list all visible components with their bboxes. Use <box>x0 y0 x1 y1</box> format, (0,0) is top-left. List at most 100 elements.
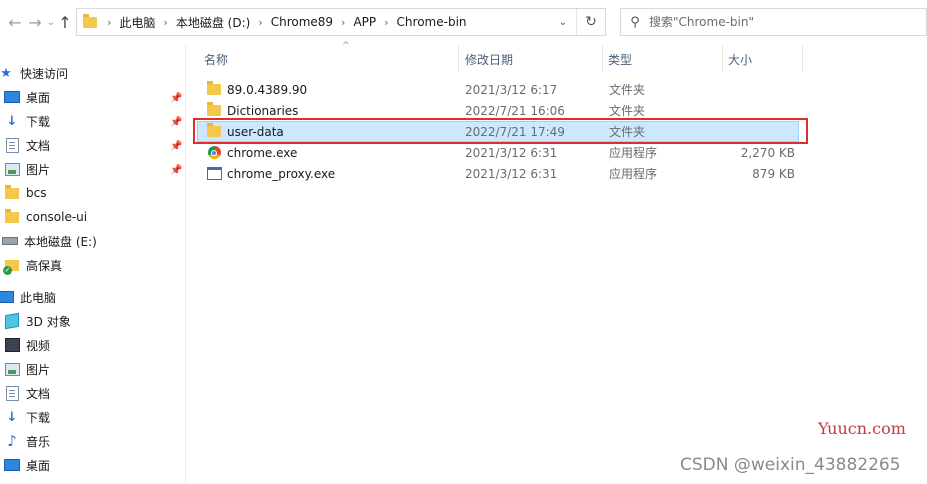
desktop-icon <box>4 457 20 473</box>
sidebar-item-3d-objects[interactable]: 3D 对象 <box>4 310 71 332</box>
sidebar-item-gaobaozhen[interactable]: 高保真 <box>3 254 62 276</box>
pin-icon[interactable]: 📌 <box>170 141 182 152</box>
sidebar-item-downloads-pc[interactable]: ↓ 下载 <box>4 406 50 428</box>
file-size: 879 KB <box>752 166 795 181</box>
sort-ascending-icon: ^ <box>342 41 350 51</box>
highlight-annotation-box <box>193 118 808 144</box>
search-icon: ⚲ <box>630 14 640 30</box>
sidebar-item-label: 快速访问 <box>20 66 69 81</box>
sidebar-item-label: 本地磁盘 (E:) <box>24 234 97 249</box>
chevron-right-icon[interactable]: › <box>337 16 349 29</box>
column-header-size[interactable]: 大小 <box>728 44 798 74</box>
breadcrumb-chrome89[interactable]: Chrome89 <box>267 15 337 29</box>
sidebar-item-videos[interactable]: 视频 <box>4 334 50 356</box>
chevron-right-icon[interactable]: › <box>159 16 171 29</box>
file-row[interactable]: 89.0.4389.90 2021/3/12 6:17 文件夹 <box>197 79 799 100</box>
chevron-right-icon[interactable]: › <box>103 16 115 29</box>
search-box[interactable]: ⚲ <box>620 8 927 36</box>
pictures-icon <box>4 361 20 377</box>
sidebar-item-label: 视频 <box>26 338 51 353</box>
sidebar-item-pictures[interactable]: 图片 <box>4 158 50 180</box>
column-divider[interactable] <box>458 46 459 72</box>
file-name-cell: chrome.exe <box>206 142 297 163</box>
sidebar-item-label: 文档 <box>26 138 51 153</box>
sidebar-item-documents[interactable]: 文档 <box>4 134 50 156</box>
file-modified: 2021/3/12 6:31 <box>465 145 558 160</box>
up-arrow-icon[interactable]: ↑ <box>56 10 74 34</box>
sidebar-item-quick-access[interactable]: ★ 快速访问 <box>0 62 68 84</box>
sidebar-item-desktop-pc[interactable]: 桌面 <box>4 454 50 476</box>
sidebar-item-label: 图片 <box>26 162 51 177</box>
sidebar-item-drive-e[interactable]: 本地磁盘 (E:) <box>2 230 97 252</box>
sidebar-item-desktop[interactable]: 桌面 <box>4 86 50 108</box>
file-name-cell: chrome_proxy.exe <box>206 163 335 184</box>
sidebar-item-label: console-ui <box>26 210 88 224</box>
video-icon <box>4 337 20 353</box>
chevron-right-icon[interactable]: › <box>380 16 392 29</box>
exe-icon <box>206 166 222 182</box>
3d-objects-icon <box>4 312 20 330</box>
sidebar-item-documents-pc[interactable]: 文档 <box>4 382 50 404</box>
watermark-author: CSDN @weixin_43882265 <box>680 455 901 475</box>
folder-icon <box>206 81 222 98</box>
file-list: ^ 名称 修改日期 类型 大小 89.0.4389.90 2021/3/12 6… <box>187 41 927 484</box>
download-icon: ↓ <box>6 113 18 129</box>
sidebar-item-label: 下载 <box>26 114 51 129</box>
file-name: chrome_proxy.exe <box>227 166 336 181</box>
document-icon <box>4 385 20 401</box>
file-row[interactable]: chrome.exe 2021/3/12 6:31 应用程序 2,270 KB <box>197 142 799 163</box>
folder-synced-icon <box>3 257 20 275</box>
desktop-icon <box>4 89 20 105</box>
file-name: Dictionaries <box>227 103 299 118</box>
column-header-type-label: 类型 <box>608 52 633 67</box>
folder-icon <box>4 184 20 201</box>
refresh-icon[interactable]: ↻ <box>576 9 605 35</box>
column-header-type[interactable]: 类型 <box>608 44 708 74</box>
breadcrumb-drive-d[interactable]: 本地磁盘 (D:) <box>172 14 254 31</box>
sidebar-item-downloads[interactable]: ↓ 下载 <box>4 110 50 132</box>
sidebar-item-this-pc[interactable]: 此电脑 <box>0 286 56 308</box>
breadcrumb-app[interactable]: APP <box>349 15 380 29</box>
address-dropdown-chevron-icon[interactable]: ⌄ <box>553 9 573 35</box>
watermark-site: Yuucn.com <box>818 419 906 438</box>
pin-icon[interactable]: 📌 <box>170 117 182 128</box>
sidebar-item-label: 下载 <box>26 410 51 425</box>
search-input[interactable] <box>649 15 899 29</box>
chevron-right-icon[interactable]: › <box>254 16 266 29</box>
navigation-pane: ★ 快速访问 桌面 📌 ↓ 下载 📌 文档 📌 图片 📌 bcs console… <box>0 44 186 484</box>
back-arrow-icon[interactable]: ← <box>6 10 24 34</box>
download-icon: ↓ <box>6 409 18 425</box>
column-header-size-label: 大小 <box>728 52 753 67</box>
breadcrumb-chrome-bin[interactable]: Chrome-bin <box>393 15 471 29</box>
file-name: chrome.exe <box>227 145 298 160</box>
column-divider[interactable] <box>802 46 803 72</box>
sidebar-item-music[interactable]: ♪ 音乐 <box>4 430 50 452</box>
drive-icon <box>2 233 18 249</box>
sidebar-item-label: 音乐 <box>26 434 51 449</box>
sidebar-item-label: 桌面 <box>26 90 51 105</box>
document-icon <box>4 137 20 153</box>
sidebar-item-bcs[interactable]: bcs <box>4 182 46 204</box>
sidebar-item-label: 此电脑 <box>20 290 57 305</box>
address-bar[interactable]: › 此电脑 › 本地磁盘 (D:) › Chrome89 › APP › Chr… <box>76 8 606 36</box>
file-type: 应用程序 <box>609 167 658 181</box>
chrome-icon <box>206 145 222 161</box>
folder-icon <box>4 208 20 225</box>
pin-icon[interactable]: 📌 <box>170 165 182 176</box>
column-header-modified[interactable]: 修改日期 <box>465 44 595 74</box>
breadcrumb-this-pc[interactable]: 此电脑 <box>115 14 159 31</box>
sidebar-item-label: 文档 <box>26 386 51 401</box>
file-row[interactable]: chrome_proxy.exe 2021/3/12 6:31 应用程序 879… <box>197 163 799 184</box>
file-name-cell: 89.0.4389.90 <box>206 79 307 100</box>
sidebar-item-label: 3D 对象 <box>26 314 71 329</box>
column-divider[interactable] <box>722 46 723 72</box>
column-header-name[interactable]: ^ 名称 <box>204 41 444 74</box>
sidebar-item-label: 图片 <box>26 362 51 377</box>
file-type: 文件夹 <box>609 83 646 97</box>
sidebar-item-pictures-pc[interactable]: 图片 <box>4 358 50 380</box>
column-divider[interactable] <box>602 46 603 72</box>
column-header-name-label: 名称 <box>204 52 229 67</box>
navigation-bar: ← → ⌄ ↑ › 此电脑 › 本地磁盘 (D:) › Chrome89 › A… <box>0 0 927 44</box>
sidebar-item-console-ui[interactable]: console-ui <box>4 206 87 228</box>
pin-icon[interactable]: 📌 <box>170 93 182 104</box>
